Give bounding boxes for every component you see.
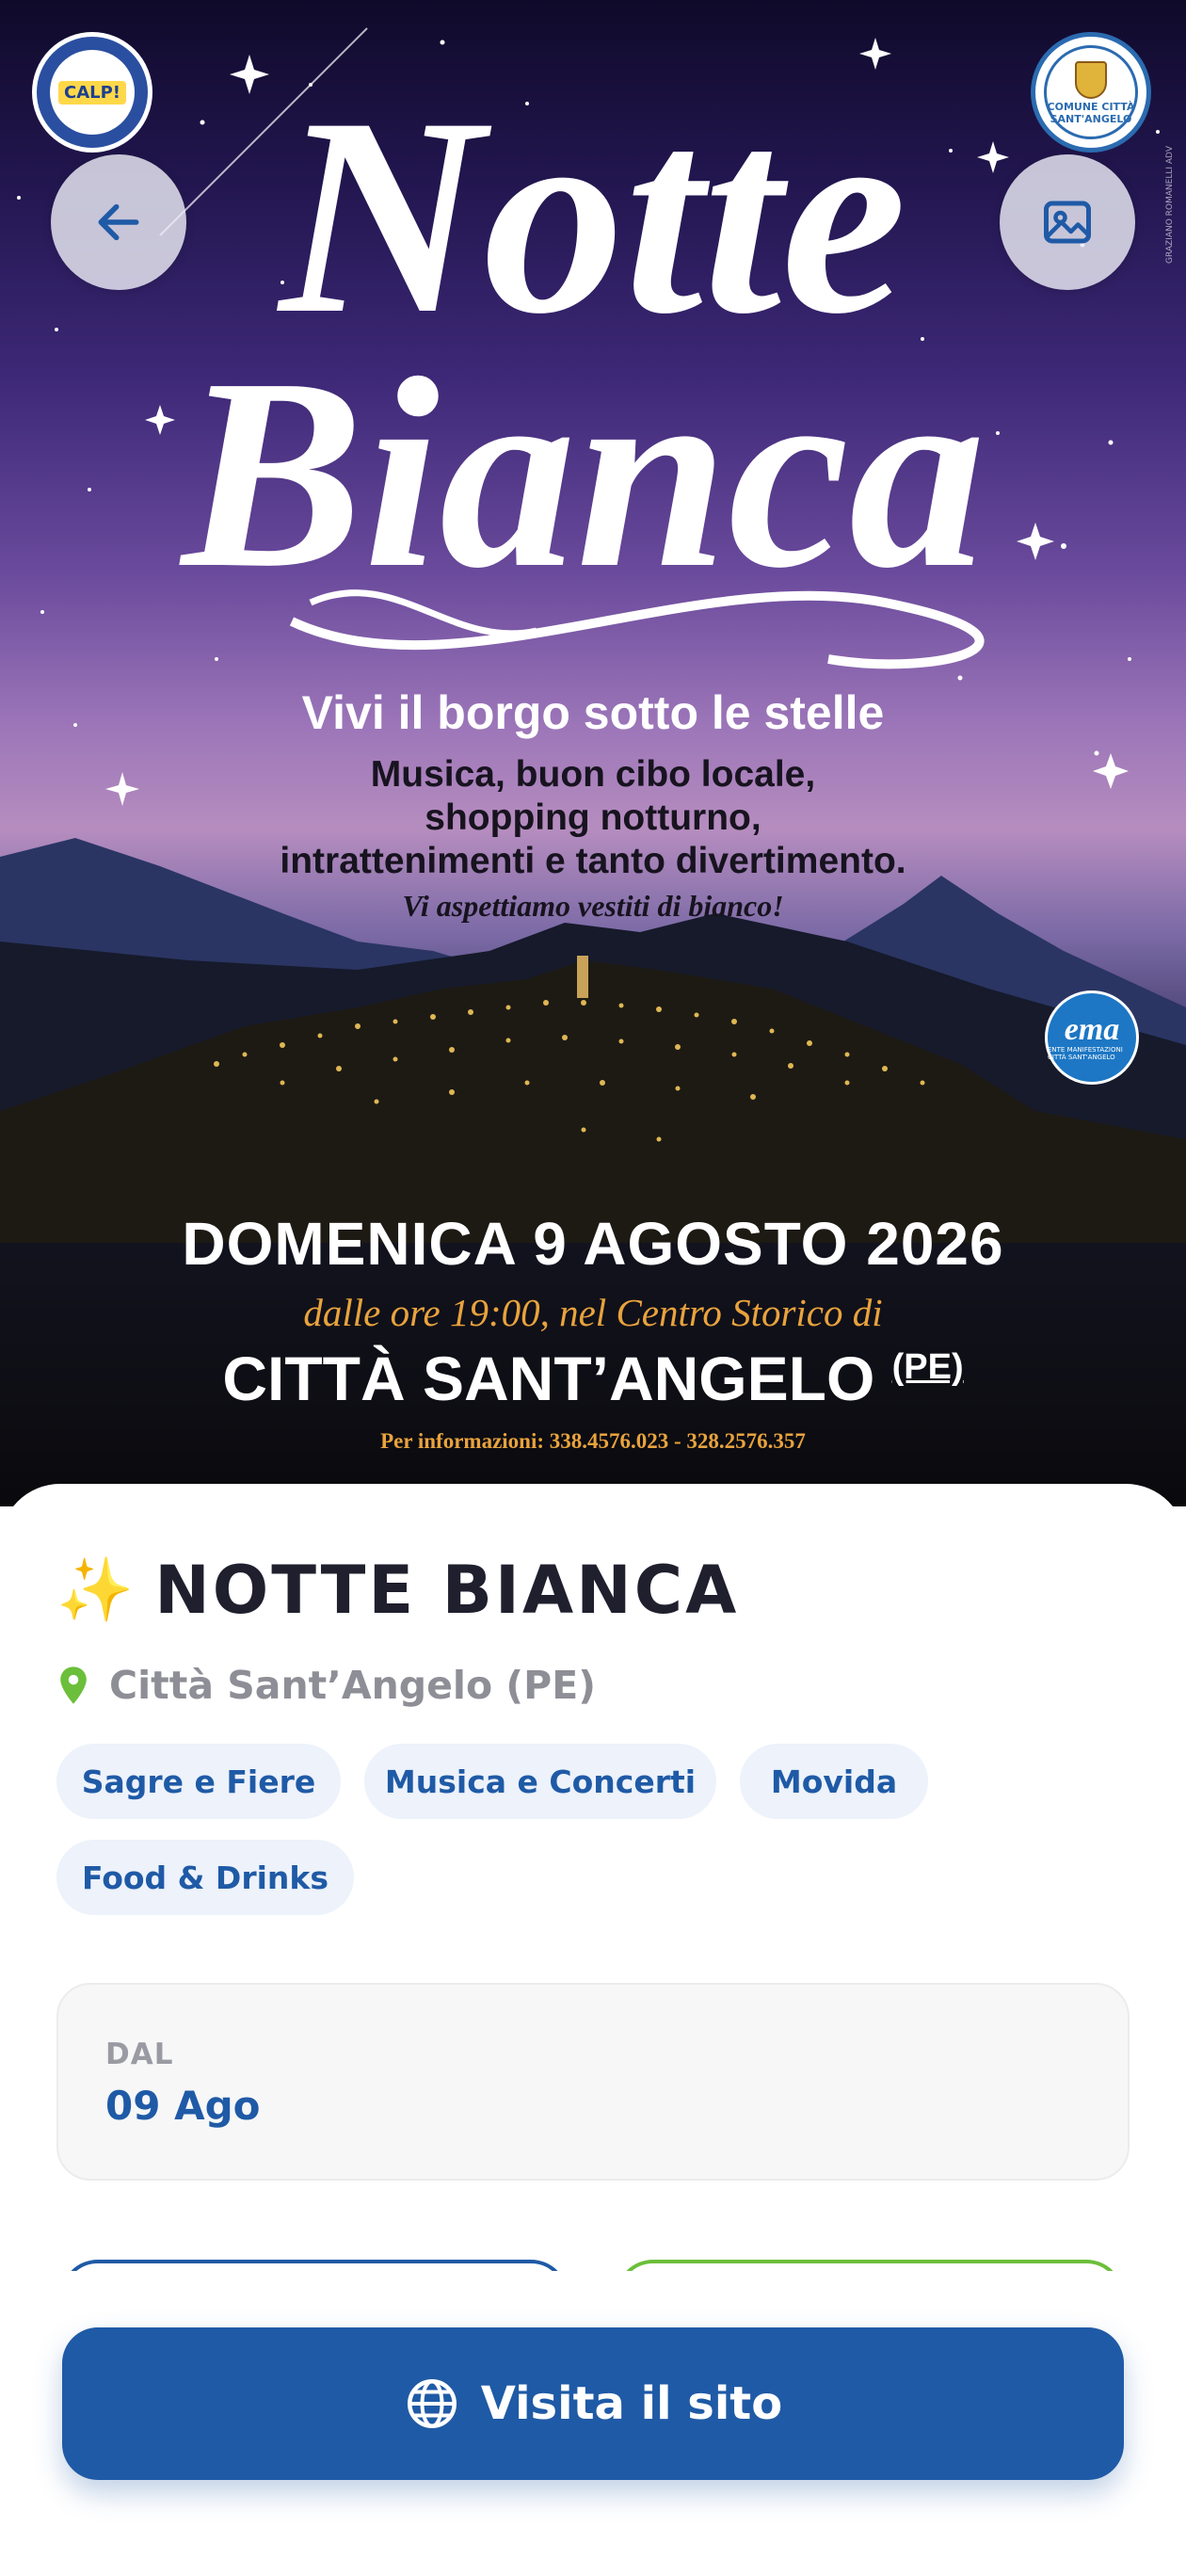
poster-description: Musica, buon cibo locale, shopping nottu… bbox=[0, 753, 1186, 883]
poster-description-line: shopping notturno, bbox=[425, 797, 761, 838]
event-poster: Notte Bianca CALP! COMUNE CITTÀ SANT'ANG… bbox=[0, 0, 1186, 1506]
poster-description-line: Musica, buon cibo locale, bbox=[370, 754, 816, 795]
event-title: ✨ NOTTE BIANCA bbox=[56, 1552, 739, 1629]
ema-badge-subtitle: ENTE MANIFESTAZIONI CITTÀ SANT'ANGELO bbox=[1048, 1046, 1123, 1061]
image-icon bbox=[1044, 201, 1091, 244]
ema-badge: ema ENTE MANIFESTAZIONI CITTÀ SANT'ANGEL… bbox=[1045, 990, 1139, 1085]
coat-of-arms-icon bbox=[1075, 61, 1107, 99]
date-card: DAL 09 Ago bbox=[56, 1983, 1130, 2181]
poster-title-bianca: Bianca bbox=[177, 322, 986, 624]
gallery-button[interactable] bbox=[1000, 154, 1135, 290]
globe-icon bbox=[407, 2379, 457, 2428]
comune-logo-text: COMUNE CITTÀ SANT'ANGELO bbox=[1047, 101, 1135, 125]
tag-movida[interactable]: Movida bbox=[740, 1744, 928, 1819]
date-value: 09 Ago bbox=[105, 2083, 261, 2129]
arrow-left-icon bbox=[98, 203, 139, 241]
poster-info: Per informazioni: 338.4576.023 - 328.257… bbox=[380, 1429, 806, 1453]
poster-tagline: Vivi il borgo sotto le stelle bbox=[301, 686, 885, 739]
tag-food-drinks[interactable]: Food & Drinks bbox=[56, 1840, 354, 1915]
event-title-text: NOTTE BIANCA bbox=[154, 1552, 740, 1629]
poster-credit: GRAZIANO ROMANELLI ADV bbox=[1165, 146, 1175, 264]
event-location: Città Sant’Angelo (PE) bbox=[58, 1663, 596, 1708]
poster-time: dalle ore 19:00, nel Centro Storico di bbox=[303, 1291, 883, 1334]
ema-badge-text: ema bbox=[1064, 1012, 1120, 1047]
poster-title: Notte Bianca bbox=[177, 59, 986, 669]
comune-logo: COMUNE CITTÀ SANT'ANGELO bbox=[1031, 32, 1151, 153]
back-button[interactable] bbox=[51, 154, 186, 290]
tag-musica-e-concerti[interactable]: Musica e Concerti bbox=[364, 1744, 716, 1819]
location-pin-icon bbox=[60, 1666, 87, 1704]
visit-website-button[interactable]: Visita il sito bbox=[62, 2327, 1124, 2480]
date-label: DAL bbox=[105, 2037, 174, 2071]
calp-logo-text: CALP! bbox=[57, 80, 126, 105]
visit-website-label: Visita il sito bbox=[480, 2377, 783, 2430]
poster-city-name: CITTÀ SANT’ANGELO bbox=[222, 1344, 875, 1413]
poster-invite: Vi aspettiamo vestiti di bianco! bbox=[402, 889, 784, 923]
tag-sagre-e-fiere[interactable]: Sagre e Fiere bbox=[56, 1744, 341, 1819]
calp-logo: CALP! bbox=[32, 32, 152, 153]
bottom-action-bar: Visita il sito bbox=[0, 2271, 1186, 2576]
poster-city: CITTÀ SANT’ANGELO (PE) bbox=[0, 1343, 1186, 1414]
poster-description-line: intrattenimenti e tanto divertimento. bbox=[280, 841, 906, 881]
event-location-text: Città Sant’Angelo (PE) bbox=[109, 1663, 596, 1708]
sparkles-icon: ✨ bbox=[56, 1554, 135, 1626]
poster-city-province: (PE) bbox=[891, 1347, 964, 1387]
poster-date: DOMENICA 9 AGOSTO 2026 bbox=[182, 1210, 1004, 1278]
